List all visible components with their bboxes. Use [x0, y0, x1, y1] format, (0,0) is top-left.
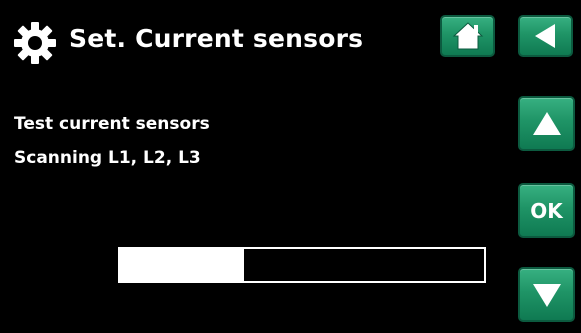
page-title: Set. Current sensors: [69, 24, 364, 53]
down-button[interactable]: [518, 267, 575, 322]
progress-fill: [120, 249, 244, 281]
status-line-test: Test current sensors: [14, 114, 210, 134]
down-arrow-icon: [532, 283, 561, 307]
back-button[interactable]: [518, 15, 573, 57]
gear-icon: [14, 22, 56, 64]
back-arrow-icon: [534, 24, 555, 48]
ok-button[interactable]: OK: [518, 183, 575, 238]
home-icon: [452, 22, 483, 50]
up-button[interactable]: [518, 96, 575, 151]
up-arrow-icon: [532, 111, 561, 135]
screen: Set. Current sensors OK Test current sen…: [0, 0, 581, 333]
home-button[interactable]: [440, 15, 495, 57]
ok-label: OK: [530, 198, 563, 223]
status-line-scanning: Scanning L1, L2, L3: [14, 148, 201, 168]
progress-bar: [118, 247, 486, 283]
